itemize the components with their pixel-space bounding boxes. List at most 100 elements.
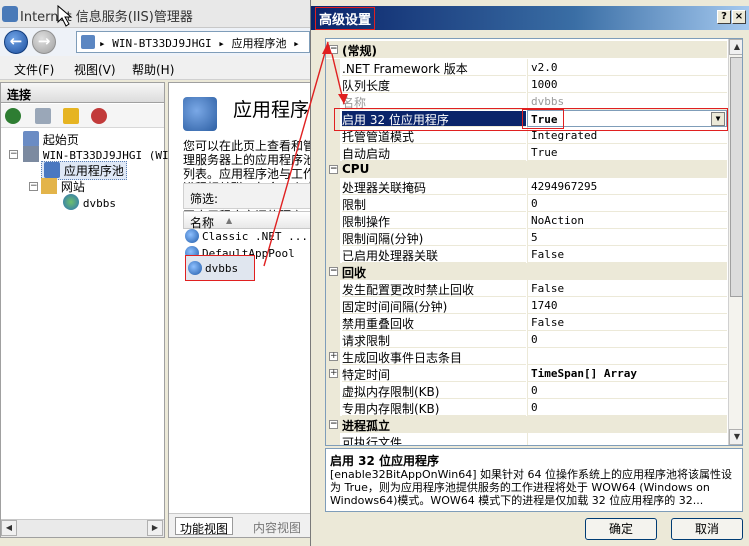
page-title: 应用程序	[233, 99, 310, 121]
property-row[interactable]: 限制 0	[326, 195, 727, 212]
filter-bar[interactable]: 筛选:	[183, 183, 311, 209]
property-value[interactable]: False	[527, 280, 727, 297]
property-name: 自动启动	[342, 145, 526, 161]
tree-item-server[interactable]: WIN-BT33DJ9JHGI (WIN	[23, 146, 175, 162]
property-value[interactable]: 0	[527, 382, 727, 399]
property-value[interactable]: TimeSpan[] Array	[527, 365, 727, 382]
category-label: (常规)	[342, 44, 377, 58]
property-grid: − (常规) .NET Framework 版本 v2.0 队列长度 1000 名称 d…	[325, 38, 743, 446]
property-value[interactable]: NoAction	[527, 212, 727, 229]
menu-view[interactable]: 视图(V)	[74, 61, 116, 78]
property-row[interactable]: 专用内存限制(KB) 0	[326, 399, 727, 416]
property-value[interactable]: 4294967295	[527, 178, 727, 195]
connect-icon[interactable]	[5, 108, 21, 124]
tab-features-view[interactable]: 功能视图	[175, 517, 234, 536]
property-row[interactable]: 虚拟内存限制(KB) 0	[326, 382, 727, 399]
advanced-settings-dialog: 高级设置 ? × − (常规) .NET Framework 版本 v2.0 队列长…	[310, 0, 749, 546]
app-pool-icon	[185, 229, 199, 243]
tab-label: 内容视图	[253, 521, 302, 535]
property-grid-scrollbar[interactable]: ▲ ▼	[728, 39, 742, 445]
property-row-expandable[interactable]: + 特定时间 TimeSpan[] Array	[326, 365, 727, 382]
scrollbar-thumb[interactable]	[730, 57, 742, 297]
property-name: 队列长度	[342, 77, 526, 93]
filter-label: 筛选:	[190, 192, 219, 206]
scroll-right-icon[interactable]: ▶	[147, 520, 163, 536]
back-button[interactable]: ←	[4, 30, 28, 54]
property-value[interactable]: 0	[527, 399, 727, 416]
scroll-left-icon[interactable]: ◀	[1, 520, 17, 536]
collapse-icon[interactable]: −	[329, 45, 338, 54]
property-row[interactable]: 禁用重叠回收 False	[326, 314, 727, 331]
annotation-highlight-value	[522, 109, 564, 129]
menu-help[interactable]: 帮助(H)	[132, 61, 174, 78]
property-row[interactable]: 固定时间间隔(分钟) 1740	[326, 297, 727, 314]
property-row[interactable]: 队列长度 1000	[326, 76, 727, 93]
list-item-selected[interactable]: dvbbs	[185, 255, 255, 281]
property-value[interactable]: True	[527, 144, 727, 161]
property-row[interactable]: 限制间隔(分钟) 5	[326, 229, 727, 246]
category-recycling[interactable]: − 回收	[326, 263, 727, 280]
property-row[interactable]: .NET Framework 版本 v2.0	[326, 59, 727, 76]
property-row[interactable]: 发生配置更改时禁止回收 False	[326, 280, 727, 297]
property-value[interactable]: v2.0	[527, 59, 727, 76]
collapse-server-icon[interactable]: −	[9, 150, 18, 159]
close-button[interactable]: ×	[732, 10, 746, 24]
column-header-name[interactable]: 名称 ▲	[183, 211, 311, 230]
list-item[interactable]: Classic .NET ...	[185, 229, 308, 247]
content-panel: 应用程序 您可以在此页上查看和管理服务器上的应用程序池列表。应用程序池与工作进程…	[168, 82, 315, 538]
tree-item-dvbbs[interactable]: dvbbs	[63, 194, 116, 210]
menu-file[interactable]: 文件(F)	[14, 61, 54, 78]
sort-ascending-icon: ▲	[226, 216, 233, 225]
tree-item-sites[interactable]: 网站	[41, 178, 85, 195]
property-value[interactable]	[527, 348, 727, 365]
cancel-button[interactable]: 取消	[671, 518, 743, 540]
scroll-up-icon[interactable]: ▲	[729, 39, 742, 55]
tab-label: 功能视图	[180, 522, 229, 536]
property-row[interactable]: 请求限制 0	[326, 331, 727, 348]
property-row[interactable]: 限制操作 NoAction	[326, 212, 727, 229]
category-cpu[interactable]: − CPU	[326, 161, 727, 178]
property-row[interactable]: 处理器关联掩码 4294967295	[326, 178, 727, 195]
tab-content-view[interactable]: 内容视图	[249, 517, 305, 535]
connections-h-scrollbar[interactable]: ◀ ▶	[1, 519, 164, 537]
category-label: 回收	[342, 266, 367, 280]
category-process-orphaning[interactable]: − 进程孤立	[326, 416, 727, 433]
collapse-icon[interactable]: −	[329, 420, 338, 429]
property-value[interactable]: 5	[527, 229, 727, 246]
sites-folder-icon	[41, 178, 57, 194]
property-value[interactable]	[527, 433, 727, 445]
address-bar[interactable]: ▸ WIN-BT33DJ9JHGI ▸ 应用程序池 ▸	[76, 31, 310, 53]
ok-button[interactable]: 确定	[585, 518, 657, 540]
property-value[interactable]: False	[527, 314, 727, 331]
up-folder-icon[interactable]	[63, 108, 79, 124]
collapse-icon[interactable]: −	[329, 267, 338, 276]
breadcrumb-app-pools[interactable]: 应用程序池	[231, 37, 286, 50]
category-general[interactable]: − (常规)	[326, 41, 727, 58]
forward-button[interactable]: →	[32, 30, 56, 54]
property-value[interactable]: 0	[527, 195, 727, 212]
expand-icon[interactable]: +	[329, 369, 338, 378]
save-icon[interactable]	[35, 108, 51, 124]
property-row-expandable[interactable]: + 生成回收事件日志条目	[326, 348, 727, 365]
collapse-icon[interactable]: −	[329, 165, 338, 174]
property-name: 请求限制	[342, 332, 526, 348]
expand-icon[interactable]: +	[329, 352, 338, 361]
property-row[interactable]: 已启用处理器关联 False	[326, 246, 727, 263]
property-value[interactable]: 1000	[527, 76, 727, 93]
start-page-icon	[23, 131, 39, 147]
iis-window-title: Internet 信息服务(IIS)管理器	[20, 10, 193, 25]
navigation-bar: ← → ▸ WIN-BT33DJ9JHGI ▸ 应用程序池 ▸	[0, 28, 310, 56]
help-button[interactable]: ?	[717, 10, 731, 24]
property-row[interactable]: 自动启动 True	[326, 144, 727, 161]
scroll-down-icon[interactable]: ▼	[729, 429, 742, 445]
property-value[interactable]: 0	[527, 331, 727, 348]
tree-item-label: dvbbs	[82, 197, 116, 210]
property-row[interactable]: 可执行文件	[326, 433, 727, 445]
property-value[interactable]: 1740	[527, 297, 727, 314]
breadcrumb-server[interactable]: WIN-BT33DJ9JHGI	[112, 37, 211, 50]
pool-name: Classic .NET ...	[202, 230, 308, 243]
property-value[interactable]: False	[527, 246, 727, 263]
collapse-sites-icon[interactable]: −	[29, 182, 38, 191]
property-description-panel: 启用 32 位应用程序 [enable32BitAppOnWin64] 如果针对…	[325, 448, 743, 512]
disconnect-icon[interactable]	[91, 108, 107, 124]
